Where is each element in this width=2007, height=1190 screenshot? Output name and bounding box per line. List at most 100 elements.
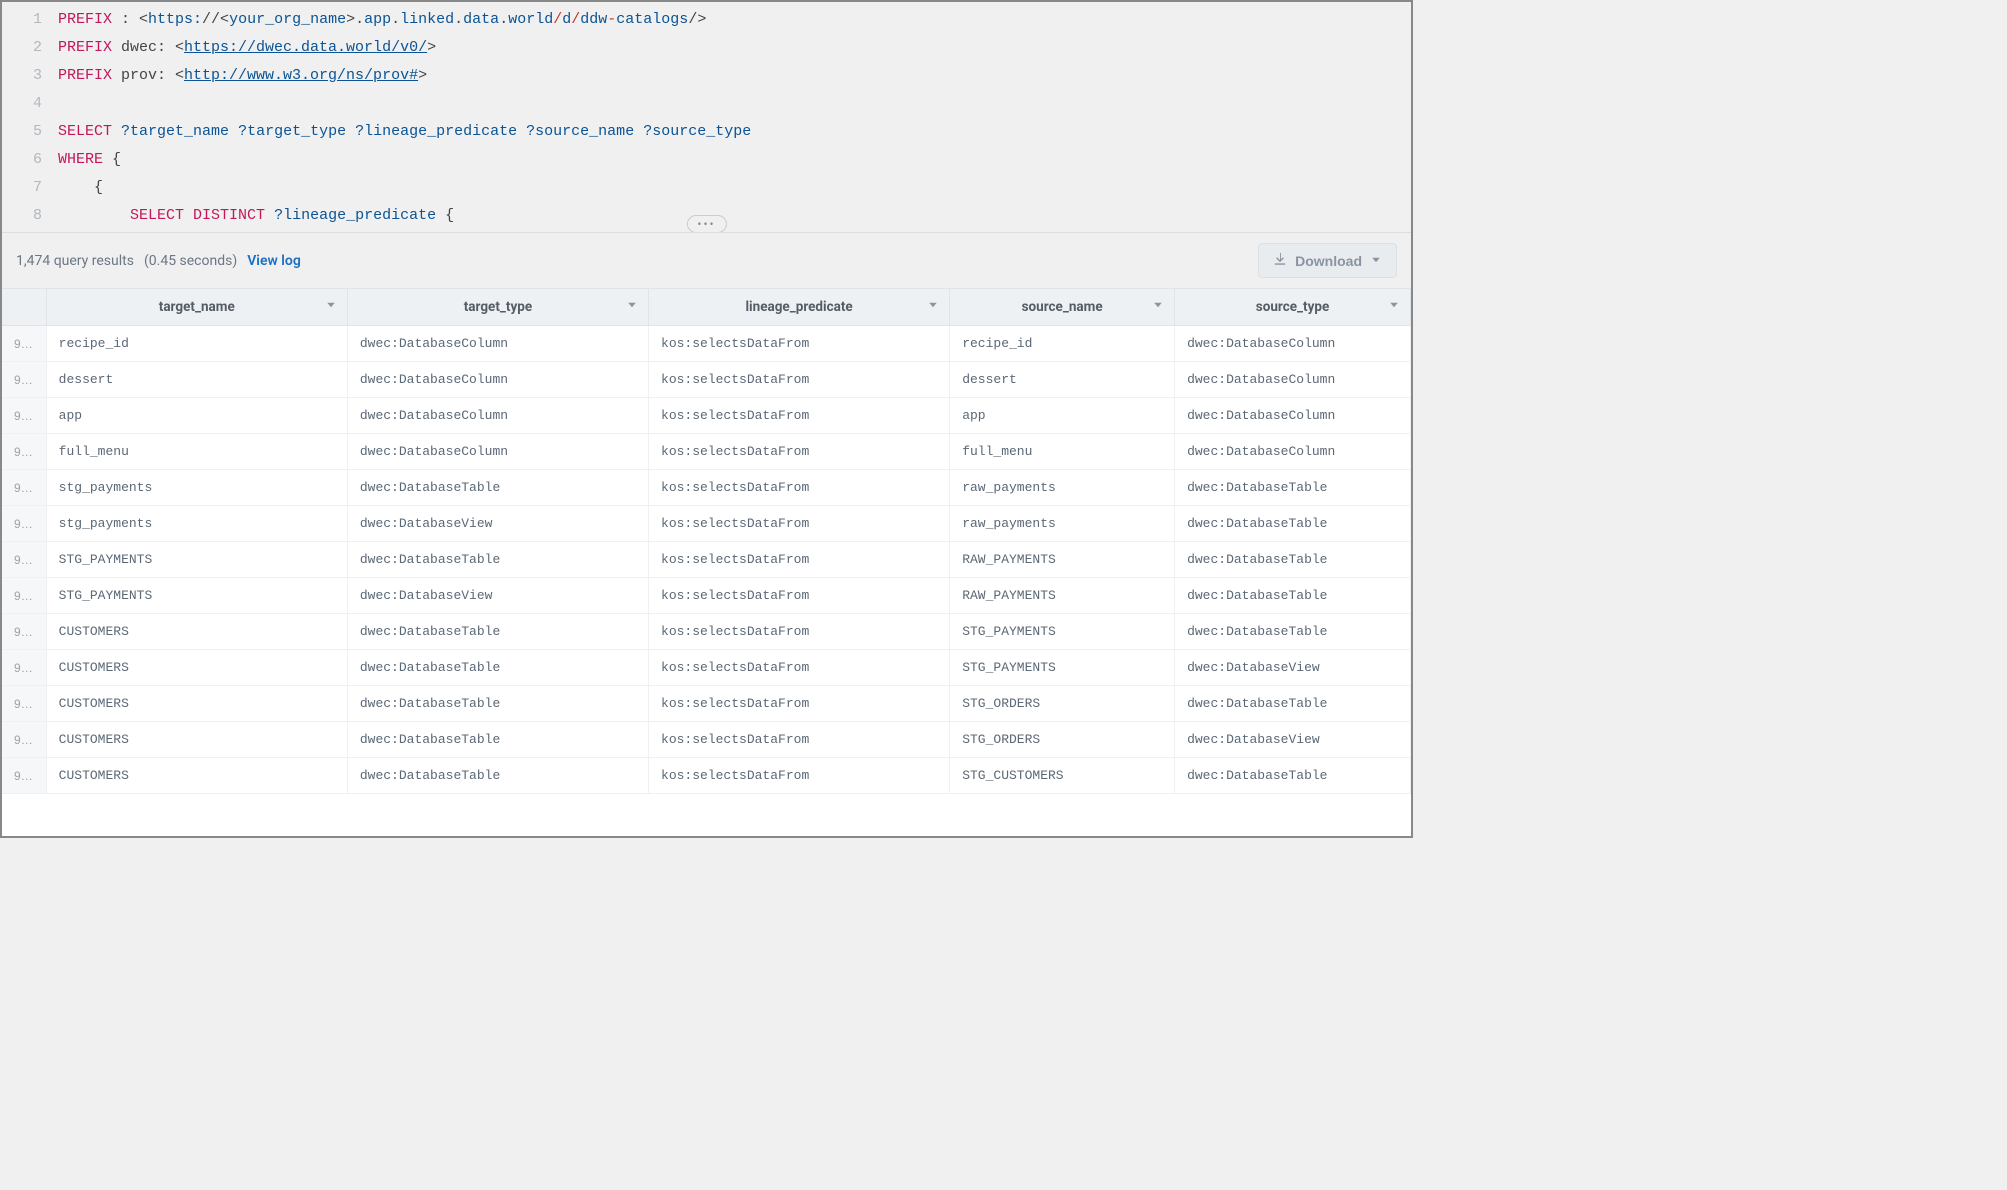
- cell[interactable]: dwec:DatabaseColumn: [347, 326, 648, 362]
- code-line[interactable]: SELECT DISTINCT ?lineage_predicate {: [58, 202, 1411, 230]
- download-button[interactable]: Download: [1258, 243, 1397, 278]
- cell[interactable]: dwec:DatabaseColumn: [347, 362, 648, 398]
- cell[interactable]: full_menu: [950, 434, 1175, 470]
- code-line[interactable]: WHERE {: [58, 146, 1411, 174]
- cell[interactable]: dwec:DatabaseTable: [1175, 758, 1411, 794]
- cell[interactable]: kos:selectsDataFrom: [649, 722, 950, 758]
- cell[interactable]: dwec:DatabaseTable: [1175, 542, 1411, 578]
- cell[interactable]: RAW_PAYMENTS: [950, 542, 1175, 578]
- cell[interactable]: dwec:DatabaseTable: [1175, 614, 1411, 650]
- cell[interactable]: STG_ORDERS: [950, 686, 1175, 722]
- cell[interactable]: dwec:DatabaseTable: [347, 686, 648, 722]
- cell[interactable]: kos:selectsDataFrom: [649, 398, 950, 434]
- cell[interactable]: dwec:DatabaseView: [347, 506, 648, 542]
- view-log-link[interactable]: View log: [247, 253, 301, 269]
- cell[interactable]: kos:selectsDataFrom: [649, 362, 950, 398]
- cell[interactable]: STG_PAYMENTS: [950, 650, 1175, 686]
- cell[interactable]: STG_PAYMENTS: [46, 578, 347, 614]
- cell[interactable]: CUSTOMERS: [46, 722, 347, 758]
- table-row[interactable]: 977full_menudwec:DatabaseColumnkos:selec…: [2, 434, 1411, 470]
- cell[interactable]: STG_ORDERS: [950, 722, 1175, 758]
- cell[interactable]: CUSTOMERS: [46, 614, 347, 650]
- table-row[interactable]: 982CUSTOMERSdwec:DatabaseTablekos:select…: [2, 614, 1411, 650]
- cell[interactable]: CUSTOMERS: [46, 686, 347, 722]
- chevron-down-icon[interactable]: [325, 299, 337, 315]
- cell[interactable]: kos:selectsDataFrom: [649, 686, 950, 722]
- cell[interactable]: CUSTOMERS: [46, 650, 347, 686]
- cell[interactable]: dwec:DatabaseColumn: [1175, 326, 1411, 362]
- table-row[interactable]: 981STG_PAYMENTSdwec:DatabaseViewkos:sele…: [2, 578, 1411, 614]
- table-row[interactable]: 979stg_paymentsdwec:DatabaseViewkos:sele…: [2, 506, 1411, 542]
- cell[interactable]: kos:selectsDataFrom: [649, 578, 950, 614]
- cell[interactable]: recipe_id: [46, 326, 347, 362]
- cell[interactable]: recipe_id: [950, 326, 1175, 362]
- cell[interactable]: dwec:DatabaseTable: [347, 470, 648, 506]
- chevron-down-icon[interactable]: [1388, 299, 1400, 315]
- cell[interactable]: dwec:DatabaseColumn: [1175, 362, 1411, 398]
- cell[interactable]: dessert: [950, 362, 1175, 398]
- cell[interactable]: kos:selectsDataFrom: [649, 758, 950, 794]
- cell[interactable]: dwec:DatabaseTable: [1175, 686, 1411, 722]
- query-editor[interactable]: 12345678 PREFIX : <https://<your_org_nam…: [2, 2, 1411, 232]
- chevron-down-icon[interactable]: [927, 299, 939, 315]
- cell[interactable]: dwec:DatabaseTable: [1175, 506, 1411, 542]
- cell[interactable]: dwec:DatabaseTable: [347, 542, 648, 578]
- cell[interactable]: dwec:DatabaseView: [1175, 722, 1411, 758]
- column-header-source_name[interactable]: source_name: [950, 289, 1175, 326]
- cell[interactable]: dwec:DatabaseTable: [347, 650, 648, 686]
- cell[interactable]: dwec:DatabaseColumn: [347, 398, 648, 434]
- cell[interactable]: kos:selectsDataFrom: [649, 470, 950, 506]
- cell[interactable]: full_menu: [46, 434, 347, 470]
- cell[interactable]: RAW_PAYMENTS: [950, 578, 1175, 614]
- chevron-down-icon[interactable]: [1152, 299, 1164, 315]
- results-pane[interactable]: target_nametarget_typelineage_predicates…: [2, 288, 1411, 836]
- table-row[interactable]: 986CUSTOMERSdwec:DatabaseTablekos:select…: [2, 758, 1411, 794]
- table-row[interactable]: 976appdwec:DatabaseColumnkos:selectsData…: [2, 398, 1411, 434]
- table-row[interactable]: 984CUSTOMERSdwec:DatabaseTablekos:select…: [2, 686, 1411, 722]
- cell[interactable]: raw_payments: [950, 506, 1175, 542]
- cell[interactable]: kos:selectsDataFrom: [649, 542, 950, 578]
- cell[interactable]: dwec:DatabaseTable: [347, 758, 648, 794]
- cell[interactable]: dwec:DatabaseTable: [1175, 578, 1411, 614]
- resize-handle[interactable]: •••: [686, 215, 726, 232]
- cell[interactable]: stg_payments: [46, 506, 347, 542]
- cell[interactable]: kos:selectsDataFrom: [649, 614, 950, 650]
- code-line[interactable]: SELECT ?target_name ?target_type ?lineag…: [58, 118, 1411, 146]
- cell[interactable]: app: [46, 398, 347, 434]
- table-row[interactable]: 983CUSTOMERSdwec:DatabaseTablekos:select…: [2, 650, 1411, 686]
- cell[interactable]: dwec:DatabaseView: [347, 578, 648, 614]
- cell[interactable]: STG_CUSTOMERS: [950, 758, 1175, 794]
- cell[interactable]: STG_PAYMENTS: [46, 542, 347, 578]
- cell[interactable]: raw_payments: [950, 470, 1175, 506]
- column-header-lineage_predicate[interactable]: lineage_predicate: [649, 289, 950, 326]
- cell[interactable]: CUSTOMERS: [46, 758, 347, 794]
- cell[interactable]: kos:selectsDataFrom: [649, 506, 950, 542]
- cell[interactable]: kos:selectsDataFrom: [649, 434, 950, 470]
- table-row[interactable]: 975dessertdwec:DatabaseColumnkos:selects…: [2, 362, 1411, 398]
- code-line[interactable]: PREFIX dwec: <https://dwec.data.world/v0…: [58, 34, 1411, 62]
- cell[interactable]: dwec:DatabaseColumn: [1175, 434, 1411, 470]
- code-line[interactable]: [58, 90, 1411, 118]
- cell[interactable]: STG_PAYMENTS: [950, 614, 1175, 650]
- cell[interactable]: dwec:DatabaseView: [1175, 650, 1411, 686]
- cell[interactable]: kos:selectsDataFrom: [649, 326, 950, 362]
- table-row[interactable]: 985CUSTOMERSdwec:DatabaseTablekos:select…: [2, 722, 1411, 758]
- chevron-down-icon[interactable]: [626, 299, 638, 315]
- table-row[interactable]: 980STG_PAYMENTSdwec:DatabaseTablekos:sel…: [2, 542, 1411, 578]
- code-area[interactable]: PREFIX : <https://<your_org_name>.app.li…: [58, 6, 1411, 230]
- code-line[interactable]: {: [58, 174, 1411, 202]
- cell[interactable]: dwec:DatabaseTable: [1175, 470, 1411, 506]
- cell[interactable]: app: [950, 398, 1175, 434]
- cell[interactable]: dwec:DatabaseTable: [347, 614, 648, 650]
- code-line[interactable]: PREFIX prov: <http://www.w3.org/ns/prov#…: [58, 62, 1411, 90]
- column-header-target_type[interactable]: target_type: [347, 289, 648, 326]
- table-row[interactable]: 974recipe_iddwec:DatabaseColumnkos:selec…: [2, 326, 1411, 362]
- cell[interactable]: stg_payments: [46, 470, 347, 506]
- column-header-target_name[interactable]: target_name: [46, 289, 347, 326]
- code-line[interactable]: PREFIX : <https://<your_org_name>.app.li…: [58, 6, 1411, 34]
- cell[interactable]: dwec:DatabaseTable: [347, 722, 648, 758]
- cell[interactable]: dwec:DatabaseColumn: [347, 434, 648, 470]
- cell[interactable]: dessert: [46, 362, 347, 398]
- cell[interactable]: kos:selectsDataFrom: [649, 650, 950, 686]
- table-row[interactable]: 978stg_paymentsdwec:DatabaseTablekos:sel…: [2, 470, 1411, 506]
